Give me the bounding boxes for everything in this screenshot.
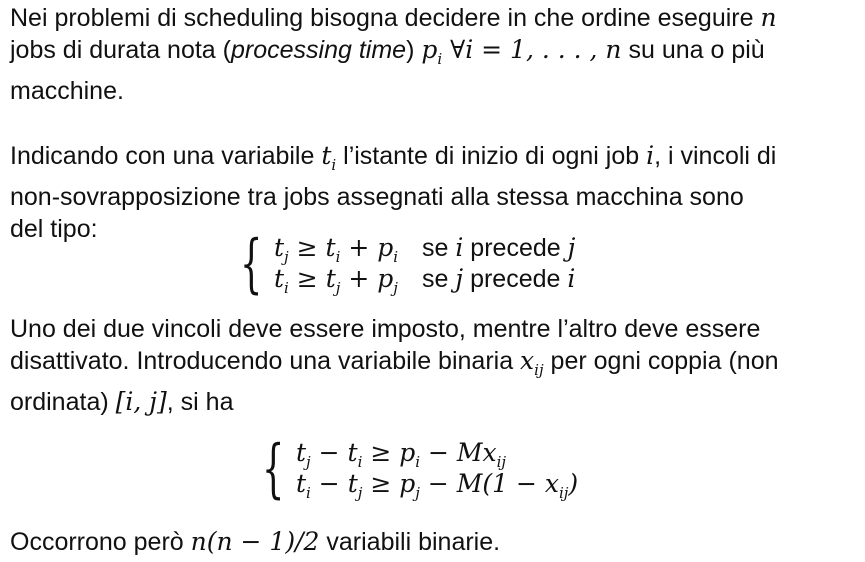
math-term: + p <box>340 233 394 262</box>
math-i: i <box>646 141 655 170</box>
math-forall: ∀i = 1, . . . , n <box>442 35 622 64</box>
binary-line-3: ordinata) [i, j], si ha <box>10 386 779 418</box>
condition-text: se <box>422 234 456 262</box>
math-term: + p <box>340 264 394 293</box>
equation-system-1: { tj ≥ ti + pi se i precede j ti ≥ tj + … <box>240 232 660 300</box>
emphasis-processing-time: processing time <box>230 36 407 64</box>
variables-text: Indicando con una variabile <box>10 142 322 170</box>
paragraph-binary-variable: Uno dei due vincoli deve essere imposto,… <box>10 313 779 418</box>
math-term: j <box>567 233 576 262</box>
paragraph-variables: Indicando con una variabile t i l’istante… <box>10 140 776 245</box>
intro-line-3: macchine. <box>10 77 124 105</box>
intro-text: su una o più <box>621 36 765 64</box>
binary-line-1: Uno dei due vincoli deve essere imposto,… <box>10 315 761 343</box>
variables-line-2: non-sovrapposizione tra jobs assegnati a… <box>10 183 744 211</box>
math-x: x <box>520 346 535 375</box>
system1-condition-1: se i precede j <box>422 232 575 264</box>
variables-line-1: Indicando con una variabile t i l’istante… <box>10 140 776 181</box>
brace-symbol: { <box>262 432 285 506</box>
intro-line-1: Nei problemi di scheduling bisogna decid… <box>10 2 777 34</box>
binary-text: ordinata) <box>10 388 116 416</box>
intro-text: jobs di durata nota ( <box>10 36 231 64</box>
equation-system-2: { tj − ti ≥ pi − Mxij ti − tj ≥ pj − M(1… <box>262 437 622 505</box>
math-term: ≥ t <box>288 233 336 262</box>
math-term: ≥ t <box>288 264 336 293</box>
math-term: i <box>567 264 576 293</box>
math-subscript: ij <box>534 361 544 379</box>
condition-text: precede <box>463 265 568 293</box>
binary-line-2: disattivato. Introducendo una variabile … <box>10 345 779 386</box>
math-term: − Mx <box>420 438 497 467</box>
math-term: ≥ p <box>362 438 416 467</box>
math-pair: [i, j] <box>115 387 167 416</box>
math-t: t <box>321 141 332 170</box>
math-p: p <box>421 35 438 64</box>
binary-text: disattivato. Introducendo una variabile … <box>10 347 521 375</box>
condition-text: precede <box>463 234 568 262</box>
math-term: ) <box>568 469 579 498</box>
math-term: − M(1 − x <box>419 469 559 498</box>
math-term: t <box>274 233 285 262</box>
brace-symbol: { <box>240 227 263 301</box>
variables-text: l’istante di inizio di ogni job <box>336 142 647 170</box>
math-term: ≥ p <box>362 469 416 498</box>
math-term: t <box>296 469 307 498</box>
intro-text: ) <box>406 36 422 64</box>
math-subscript: ij <box>558 484 569 502</box>
variables-text: , i vincoli di <box>654 142 777 170</box>
slide: Nei problemi di scheduling bisogna decid… <box>0 0 865 562</box>
conclusion-text: Occorrono però <box>10 528 191 556</box>
paragraph-conclusion: Occorrono però n(n − 1)/2 variabili bina… <box>10 526 500 558</box>
condition-text: se <box>422 265 456 293</box>
conclusion-text: variabili binarie. <box>319 528 501 556</box>
system2-row-2: ti − tj ≥ pj − M(1 − xij) <box>296 468 578 509</box>
math-term: − t <box>310 438 358 467</box>
intro-text: Nei problemi di scheduling bisogna decid… <box>10 4 761 32</box>
system1-row-2: ti ≥ tj + pj <box>274 263 398 304</box>
intro-line-2: jobs di durata nota (processing time) pi… <box>10 34 777 75</box>
paragraph-intro: Nei problemi di scheduling bisogna decid… <box>10 2 777 107</box>
math-term: j <box>455 264 464 293</box>
math-term: − t <box>310 469 358 498</box>
math-term: t <box>274 264 285 293</box>
math-count: n(n − 1)/2 <box>190 527 320 556</box>
system1-condition-2: se j precede i <box>422 263 575 295</box>
math-n: n <box>760 3 777 32</box>
binary-text: per ogni coppia (non <box>543 347 779 375</box>
math-subscript: j <box>393 279 398 297</box>
math-term: t <box>296 438 307 467</box>
binary-text: , si ha <box>166 388 234 416</box>
